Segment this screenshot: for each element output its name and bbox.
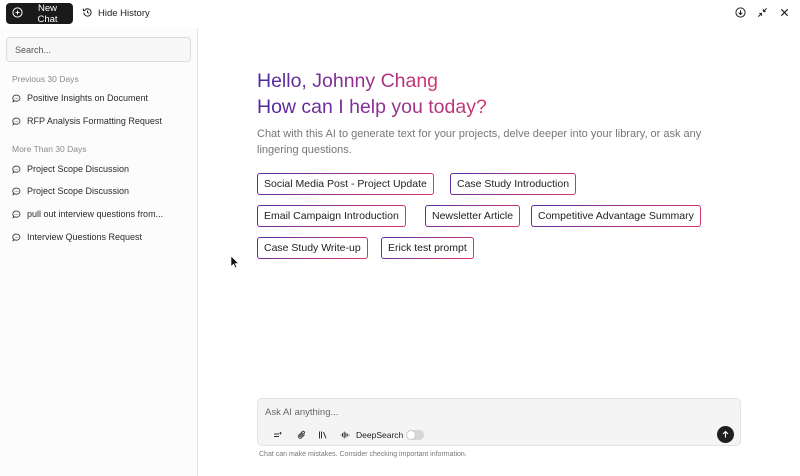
intro-text: Chat with this AI to generate text for y… [257, 128, 702, 156]
download-circle-icon[interactable] [734, 6, 746, 18]
history-item-label: Project Scope Discussion [27, 164, 130, 174]
chat-bubble-icon [12, 94, 21, 103]
history-item-label: Interview Questions Request [27, 232, 143, 242]
section-label-previous-30-days: Previous 30 Days [12, 74, 79, 84]
history-item-label: RFP Analysis Formatting Request [27, 116, 162, 126]
greeting-title: Hello, Johnny Chang [257, 70, 439, 92]
waveform-icon[interactable] [339, 429, 351, 441]
section-label-more-than-30-days: More Than 30 Days [12, 144, 87, 154]
deepsearch-toggle[interactable] [406, 430, 424, 440]
history-item-label: Positive Insights on Document [27, 93, 149, 103]
library-icon[interactable] [317, 429, 329, 441]
history-item[interactable]: Project Scope Discussion [12, 162, 192, 176]
new-chat-button[interactable]: New Chat [6, 2, 73, 25]
arrow-up-icon [722, 430, 729, 438]
history-item-label: Project Scope Discussion [27, 186, 130, 196]
history-sidebar: Previous 30 Days Positive Insights on Do… [0, 28, 198, 476]
new-chat-label: New Chat [37, 2, 58, 25]
hide-history-label: Hide History [98, 8, 150, 19]
chat-plus-icon [12, 6, 23, 21]
history-icon [82, 7, 93, 21]
app-window: New Chat Hide History Previous 30 Days [0, 0, 800, 476]
chat-bubble-icon [12, 165, 21, 174]
greeting-subtitle: How can I help you today? [257, 96, 487, 118]
history-item[interactable]: pull out interview questions from... [12, 207, 192, 221]
history-item[interactable]: Interview Questions Request [12, 230, 192, 244]
ask-ai-input[interactable] [265, 404, 705, 420]
prompt-chip[interactable]: Case Study Write-up [257, 237, 368, 259]
chat-bubble-icon [12, 187, 21, 196]
mouse-cursor-icon [230, 255, 240, 269]
history-item[interactable]: Positive Insights on Document [12, 91, 192, 105]
chat-main: Hello, Johnny Chang How can I help you t… [199, 28, 800, 476]
chat-composer: DeepSearch [257, 398, 741, 446]
hide-history-button[interactable]: Hide History [82, 3, 150, 24]
sparkle-settings-icon[interactable] [272, 429, 284, 441]
top-bar: New Chat Hide History [0, 0, 800, 28]
disclaimer-text: Chat can make mistakes. Consider checkin… [259, 451, 467, 458]
prompt-chip[interactable]: Email Campaign Introduction [257, 205, 406, 227]
search-input[interactable] [6, 37, 191, 62]
send-button[interactable] [717, 426, 734, 443]
prompt-chip[interactable]: Erick test prompt [381, 237, 474, 259]
history-item[interactable]: RFP Analysis Formatting Request [12, 114, 192, 128]
prompt-chip[interactable]: Social Media Post - Project Update [257, 173, 434, 195]
history-item-label: pull out interview questions from... [27, 209, 164, 219]
chat-bubble-icon [12, 117, 21, 126]
prompt-chip[interactable]: Competitive Advantage Summary [531, 205, 701, 227]
chat-bubble-icon [12, 210, 21, 219]
chat-bubble-icon [12, 233, 21, 242]
window-controls [734, 6, 790, 18]
close-icon[interactable] [778, 6, 790, 18]
collapse-icon[interactable] [756, 6, 768, 18]
history-item[interactable]: Project Scope Discussion [12, 184, 192, 198]
prompt-chip[interactable]: Newsletter Article [425, 205, 520, 227]
prompt-chip[interactable]: Case Study Introduction [450, 173, 576, 195]
deepsearch-label: DeepSearch [356, 430, 404, 440]
paperclip-icon[interactable] [296, 429, 308, 441]
